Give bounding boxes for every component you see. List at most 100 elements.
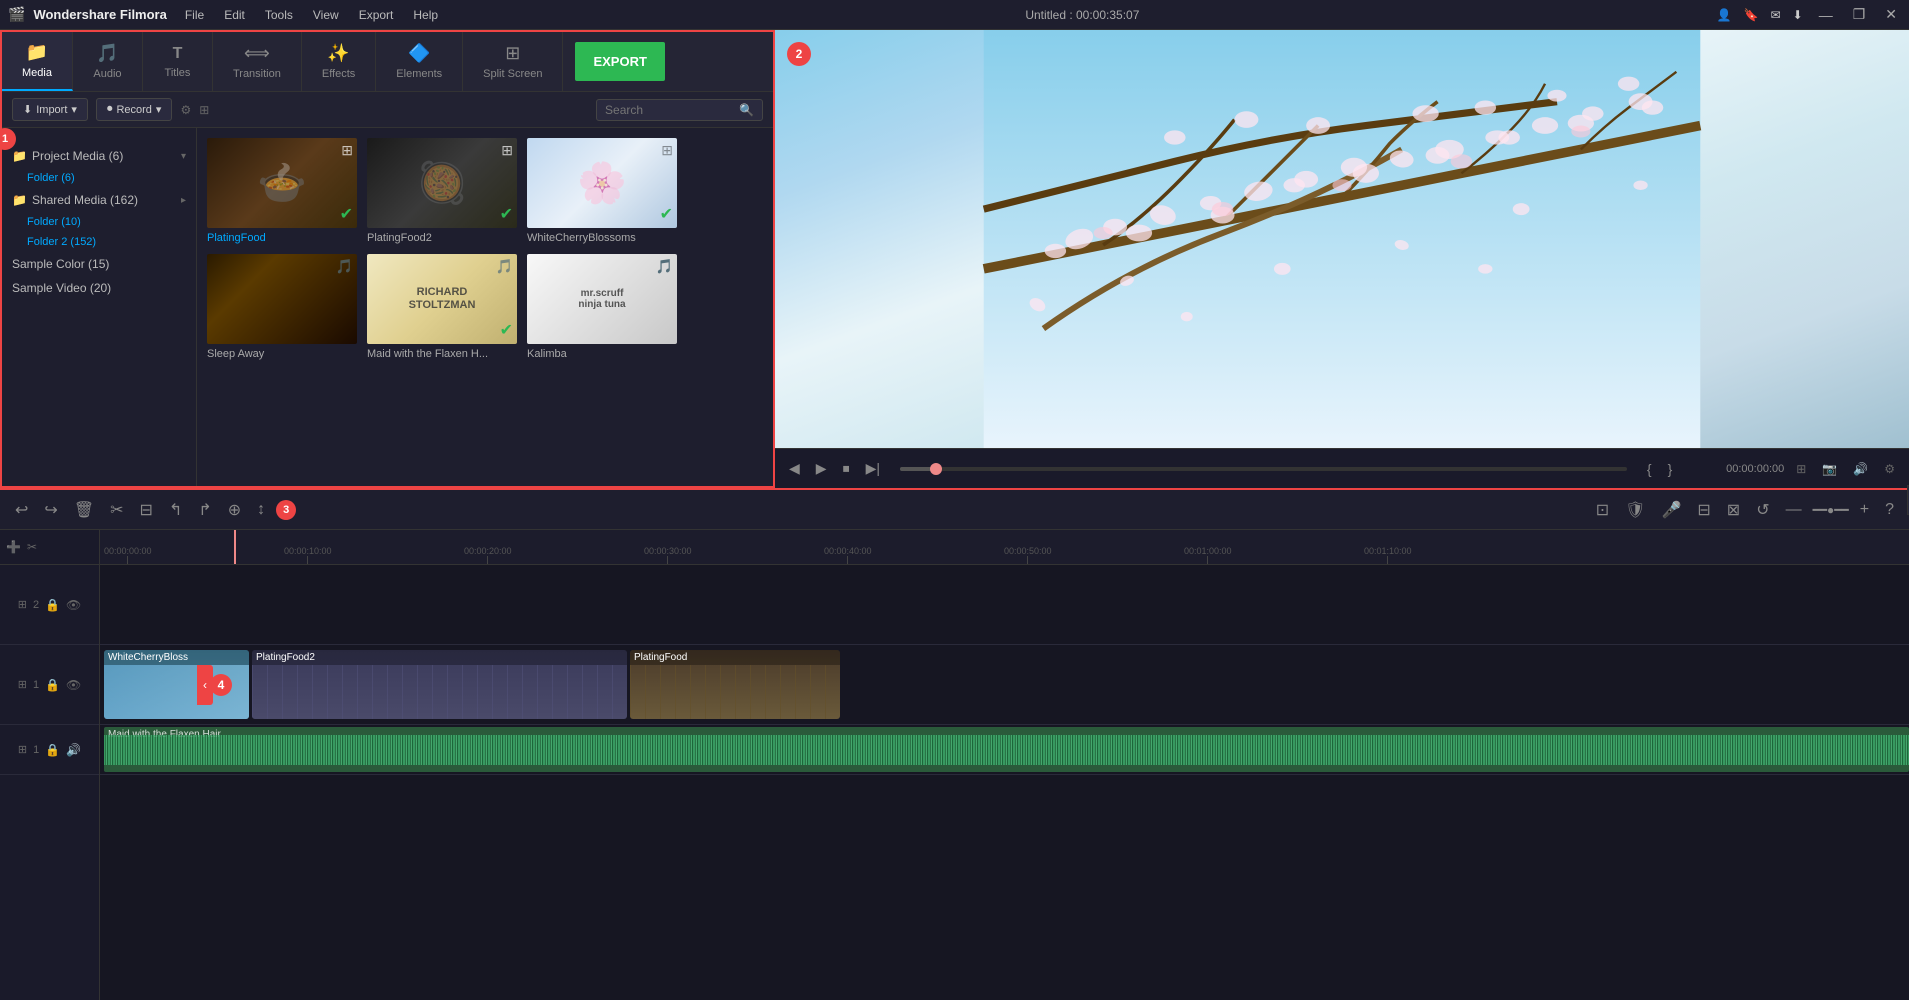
filter-icon[interactable]: ⚙ bbox=[180, 103, 191, 117]
progress-bar[interactable] bbox=[900, 467, 1627, 471]
maximize-button[interactable]: ❐ bbox=[1849, 6, 1870, 23]
track-a1-mute[interactable]: 🔊 bbox=[66, 743, 81, 757]
rotate-left-button[interactable]: ↰ bbox=[164, 498, 187, 522]
thumb-text-kalimba: mr.scruffninja tuna bbox=[578, 288, 625, 310]
track-v1-lock[interactable]: 🔒 bbox=[45, 678, 60, 692]
next-frame-button[interactable]: ▶| bbox=[862, 458, 884, 479]
check-icon-4: ✔ bbox=[500, 320, 513, 340]
undo-button[interactable]: ↩ bbox=[10, 498, 33, 522]
stop-button[interactable]: ⏹ bbox=[839, 458, 854, 479]
tab-titles[interactable]: T Titles bbox=[143, 32, 213, 91]
media-thumb-platingfood2: ⊞ ✔ 🥘 bbox=[367, 138, 517, 228]
icon-account[interactable]: 👤 bbox=[1717, 8, 1732, 22]
mark-in-button[interactable]: { bbox=[1643, 459, 1656, 479]
add-track-button[interactable]: ➕ bbox=[6, 540, 21, 554]
settings-button[interactable]: ⚙ bbox=[1880, 460, 1899, 478]
close-button[interactable]: ✕ bbox=[1881, 6, 1901, 23]
track-v2-lock[interactable]: 🔒 bbox=[45, 598, 60, 612]
export-button[interactable]: EXPORT bbox=[575, 42, 664, 81]
snapshot-button[interactable]: 📷 bbox=[1818, 460, 1841, 478]
volume-button[interactable]: 🔊 bbox=[1849, 460, 1872, 478]
record-icon: ⏺ bbox=[107, 103, 113, 116]
tab-effects[interactable]: ✨ Effects bbox=[302, 32, 376, 91]
menu-edit[interactable]: Edit bbox=[214, 0, 255, 30]
media-thumb-kalimba: 🎵 mr.scruffninja tuna bbox=[527, 254, 677, 344]
search-input[interactable] bbox=[605, 103, 735, 117]
tab-transition[interactable]: ⟺ Transition bbox=[213, 32, 302, 91]
subtitle-button[interactable]: ⊟ bbox=[1692, 498, 1715, 522]
tab-splitscreen[interactable]: ⊞ Split Screen bbox=[463, 32, 563, 91]
search-box: 🔍 bbox=[596, 99, 763, 121]
edit-toolbar: ↩ ↪ 🗑 ✂ ⊟ ↰ ↱ ⊕ ↕ 3 ⊡ 🛡 🎤 ⊟ ⊠ ↺ — ━━●━━ … bbox=[0, 490, 1909, 530]
audio-clip-maid[interactable]: Maid with the Flaxen Hair bbox=[104, 727, 1909, 772]
delete-button[interactable]: 🗑 bbox=[69, 498, 99, 522]
import-button[interactable]: ⬇ Import ▾ bbox=[12, 98, 88, 121]
icon-mail[interactable]: ✉ bbox=[1771, 8, 1781, 22]
menu-file[interactable]: File bbox=[175, 0, 214, 30]
pip-button[interactable]: ⊠ bbox=[1722, 498, 1745, 522]
title-bar-left: 🎬 Wondershare Filmora File Edit Tools Vi… bbox=[8, 0, 448, 30]
sidebar-item-folder-10[interactable]: Folder (10) bbox=[2, 212, 196, 232]
media-item-maidflaxen[interactable]: 🎵 ✔ RICHARDSTOLTZMAN Maid with the Flaxe… bbox=[367, 254, 517, 360]
scissors-track-button[interactable]: ✂ bbox=[27, 540, 37, 554]
speed-down-button[interactable]: — bbox=[1781, 499, 1807, 521]
clip-platingfood2[interactable]: PlatingFood2 bbox=[252, 650, 627, 719]
media-grid: ⊞ ✔ 🍲 PlatingFood ⊞ ✔ 🥘 Plat bbox=[197, 128, 773, 486]
main-layout: 📁 Media 🎵 Audio T Titles ⟺ Transition ✨ bbox=[0, 30, 1909, 1000]
voice-button[interactable]: 🎤 bbox=[1656, 498, 1686, 522]
sidebar-item-sample-color[interactable]: Sample Color (15) bbox=[2, 252, 196, 276]
clip-platingfood2-title: PlatingFood2 bbox=[252, 650, 627, 665]
media-item-whitecherry[interactable]: ⊞ ✔ 🌸 WhiteCherryBlossoms bbox=[527, 138, 677, 244]
record-label: Record bbox=[116, 104, 151, 116]
track-a1-lock[interactable]: 🔒 bbox=[45, 743, 60, 757]
media-item-platingfood2[interactable]: ⊞ ✔ 🥘 PlatingFood2 bbox=[367, 138, 517, 244]
minimize-button[interactable]: — bbox=[1815, 7, 1837, 23]
view-toggle-icon[interactable]: ⊞ bbox=[199, 103, 209, 117]
menu-help[interactable]: Help bbox=[403, 0, 448, 30]
mask-button[interactable]: 🛡 bbox=[1620, 498, 1650, 522]
reverse-button[interactable]: ↺ bbox=[1751, 498, 1774, 522]
speed-up-button[interactable]: + bbox=[1855, 499, 1874, 521]
track-v1-eye[interactable]: 👁 bbox=[66, 678, 81, 692]
menu-export[interactable]: Export bbox=[349, 0, 404, 30]
sidebar-item-folder2[interactable]: Folder 2 (152) bbox=[2, 232, 196, 252]
menu-view[interactable]: View bbox=[303, 0, 349, 30]
sidebar-item-sample-video[interactable]: Sample Video (20) bbox=[2, 276, 196, 300]
screen-size-button[interactable]: ⊞ bbox=[1792, 460, 1810, 478]
help-button[interactable]: ? bbox=[1880, 499, 1899, 521]
audio-icon-3: 🎵 bbox=[656, 258, 673, 275]
icon-download[interactable]: ⬇ bbox=[1793, 8, 1803, 22]
tab-media[interactable]: 📁 Media bbox=[2, 32, 73, 91]
mark-out-button[interactable]: } bbox=[1664, 459, 1677, 479]
track-v2-eye[interactable]: 👁 bbox=[66, 598, 81, 612]
transition-tab-icon: ⟺ bbox=[244, 43, 270, 64]
play-button[interactable]: ▶ bbox=[812, 458, 831, 479]
snap-button[interactable]: ⊡ bbox=[1591, 498, 1614, 522]
clip-whitecherry-title: WhiteCherryBloss bbox=[104, 650, 249, 665]
icon-bookmark[interactable]: 🔖 bbox=[1744, 8, 1759, 22]
media-item-kalimba[interactable]: 🎵 mr.scruffninja tuna Kalimba bbox=[527, 254, 677, 360]
ruler-mark-10: 00:00:10:00 bbox=[284, 546, 332, 564]
rotate-right-button[interactable]: ↱ bbox=[193, 498, 216, 522]
audio-adj-button[interactable]: ↕ bbox=[252, 499, 270, 521]
tab-elements[interactable]: 🔷 Elements bbox=[376, 32, 463, 91]
sidebar-item-project-media[interactable]: 📁 Project Media (6) ▾ bbox=[2, 144, 196, 168]
media-item-sleepaway[interactable]: 🎵 Sleep Away bbox=[207, 254, 357, 360]
prev-frame-button[interactable]: ◀ bbox=[785, 458, 804, 479]
media-name-whitecherry: WhiteCherryBlossoms bbox=[527, 232, 677, 244]
sidebar-item-shared-media[interactable]: 📁 Shared Media (162) ▸ bbox=[2, 188, 196, 212]
record-button[interactable]: ⏺ Record ▾ bbox=[96, 98, 173, 121]
sidebar-item-folder[interactable]: Folder (6) bbox=[2, 168, 196, 188]
tab-audio[interactable]: 🎵 Audio bbox=[73, 32, 143, 91]
crop-button[interactable]: ⊟ bbox=[135, 498, 158, 522]
audio-tab-icon: 🎵 bbox=[96, 43, 118, 64]
clip-platingfood[interactable]: PlatingFood bbox=[630, 650, 840, 719]
color-button[interactable]: ⊕ bbox=[223, 498, 246, 522]
media-item-platingfood[interactable]: ⊞ ✔ 🍲 PlatingFood bbox=[207, 138, 357, 244]
ruler-mark-40: 00:00:40:00 bbox=[824, 546, 872, 564]
speed-slider[interactable]: ━━●━━ bbox=[1813, 503, 1849, 517]
cut-button[interactable]: ✂ bbox=[105, 498, 128, 522]
redo-button[interactable]: ↪ bbox=[39, 498, 62, 522]
timeline-main: 00:00:00:00 00:00:10:00 00:00:20:00 00:0… bbox=[100, 530, 1909, 1000]
menu-tools[interactable]: Tools bbox=[255, 0, 303, 30]
